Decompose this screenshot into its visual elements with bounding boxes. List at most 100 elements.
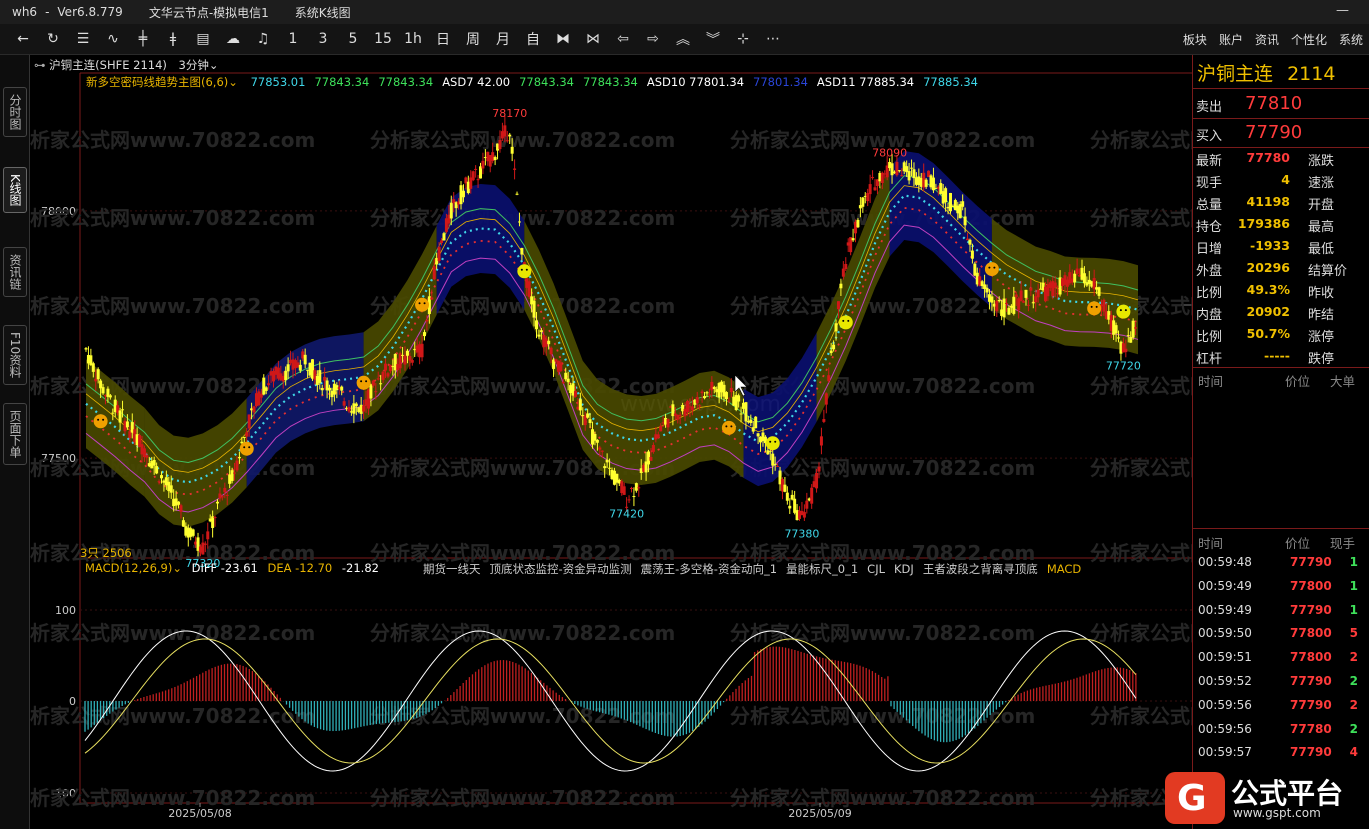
- candle-body: [1002, 298, 1006, 318]
- panel-icon[interactable]: ▤: [188, 25, 218, 53]
- back-arrow-icon[interactable]: ←: [8, 25, 38, 53]
- chevron-down-icon[interactable]: ⌄: [228, 75, 238, 89]
- candle-body: [403, 355, 407, 365]
- indicator-value: 77801.34: [753, 75, 808, 89]
- tab-order[interactable]: 页面下单: [3, 403, 27, 465]
- chevron-down-icon[interactable]: ⌄: [209, 58, 219, 72]
- candle-body: [535, 320, 539, 330]
- list-icon[interactable]: ☰: [68, 25, 98, 53]
- candle-body: [608, 467, 612, 469]
- period-1min[interactable]: 1: [278, 25, 308, 53]
- tab-kline[interactable]: K线图: [3, 167, 27, 213]
- indicator-tab[interactable]: 王者波段之背离寻顶底: [923, 562, 1038, 576]
- candle-body: [242, 436, 246, 438]
- tab-news-chain[interactable]: 资讯链: [3, 247, 27, 297]
- quote-label: 杠杆: [1196, 352, 1223, 367]
- buy-label: 买入: [1196, 129, 1223, 144]
- chart-canvas[interactable]: 78000775001000-100分析家公式网www.70822.com 分析家…: [30, 55, 1192, 829]
- bar-chart-icon[interactable]: ǂ: [158, 25, 188, 53]
- left-arrow-icon[interactable]: ⇦: [608, 25, 638, 53]
- indicator-name[interactable]: 新多空密码线趋势主图(6,6): [86, 75, 228, 89]
- tab-timeshare[interactable]: 分时图: [3, 87, 27, 137]
- refresh-icon[interactable]: ↻: [38, 25, 68, 53]
- smiley-eye: [1090, 305, 1093, 308]
- candle-body: [824, 393, 828, 405]
- down-chevron-icon[interactable]: ︾: [698, 25, 728, 53]
- candle-body: [1102, 299, 1106, 312]
- candle-body: [578, 399, 582, 411]
- candle-body: [515, 193, 519, 195]
- candle-body: [990, 296, 994, 303]
- candle-body: [895, 161, 899, 176]
- cloud-icon[interactable]: ☁: [218, 25, 248, 53]
- indicator-tab[interactable]: CJL: [867, 562, 885, 576]
- sell-row[interactable]: 卖出 77810: [1193, 92, 1369, 118]
- candle-body: [866, 193, 870, 202]
- tick-price: 77780: [1290, 721, 1332, 736]
- period-custom[interactable]: 自: [518, 25, 548, 53]
- indicator-tab[interactable]: 震荡王-多空格-资金动向_1: [641, 562, 777, 576]
- candle-body: [476, 179, 480, 181]
- candle-body: [815, 472, 819, 489]
- line-chart-icon[interactable]: ∿: [98, 25, 128, 53]
- tab-f10[interactable]: F10资料: [3, 325, 27, 386]
- period-day[interactable]: 日: [428, 25, 458, 53]
- menu-account[interactable]: 账户: [1219, 31, 1243, 48]
- server-name: 文华云节点-模拟电信1: [148, 5, 269, 20]
- candle-body: [861, 197, 865, 207]
- smiley-eye: [769, 440, 772, 443]
- quote-value: 20902: [1246, 304, 1291, 319]
- candle-body: [262, 377, 266, 395]
- candle-body: [1012, 296, 1016, 314]
- candle-body: [588, 419, 592, 424]
- quote-label: 内盘: [1196, 308, 1223, 323]
- smiley-icon: [765, 436, 780, 451]
- crosshair-icon[interactable]: ⊹: [728, 25, 758, 53]
- candle-body: [101, 387, 105, 394]
- period-selector[interactable]: 3分钟: [179, 58, 209, 72]
- up-chevron-icon[interactable]: ︽: [668, 25, 698, 53]
- right-arrow-icon[interactable]: ⇨: [638, 25, 668, 53]
- period-week[interactable]: 周: [458, 25, 488, 53]
- indicator-tab[interactable]: 量能标尺_0_1: [786, 562, 858, 576]
- smiley-eye: [418, 302, 421, 305]
- quote-label: 开盘: [1308, 198, 1335, 213]
- indicator-tab[interactable]: KDJ: [894, 562, 914, 576]
- tick-vol: 2: [1349, 721, 1358, 736]
- macd-axis-label: 100: [55, 604, 76, 617]
- bell-icon[interactable]: ♫: [248, 25, 278, 53]
- menu-news[interactable]: 资讯: [1255, 31, 1279, 48]
- indicator-tab[interactable]: MACD: [1047, 562, 1081, 576]
- more-icon[interactable]: ⋯: [758, 25, 788, 53]
- menu-system[interactable]: 系统: [1339, 31, 1363, 48]
- indicator-value: ASD10 77801.34: [646, 75, 745, 89]
- candle-body: [498, 139, 502, 150]
- kline-chart-area[interactable]: 78000 77500 100 0 -100 分析家公式网www.70822.com 分析家…: [30, 55, 1192, 829]
- smiley-eye: [1119, 309, 1122, 312]
- chevron-down-icon[interactable]: ⌄: [172, 561, 182, 575]
- candle-icon[interactable]: ╪: [128, 25, 158, 53]
- indicator-tab[interactable]: 期货一线天: [423, 562, 481, 576]
- zoom-out-icon[interactable]: ⋈: [578, 25, 608, 53]
- watermark-text: 分析家公式网www.70822.com: [1090, 541, 1192, 565]
- period-1h[interactable]: 1h: [398, 25, 428, 53]
- macd-name[interactable]: MACD(12,26,9): [85, 561, 172, 575]
- trend-band: [144, 398, 247, 527]
- candle-body: [1134, 327, 1138, 329]
- period-month[interactable]: 月: [488, 25, 518, 53]
- tick-vol: 2: [1349, 650, 1358, 665]
- zoom-in-icon[interactable]: ⧓: [548, 25, 578, 53]
- candle-body: [422, 332, 426, 337]
- candle-body: [907, 171, 911, 181]
- menu-sector[interactable]: 板块: [1183, 31, 1207, 48]
- smiley-eye: [774, 440, 777, 443]
- period-5min[interactable]: 5: [338, 25, 368, 53]
- buy-row[interactable]: 买入 77790: [1193, 121, 1369, 147]
- period-3min[interactable]: 3: [308, 25, 338, 53]
- period-15min[interactable]: 15: [368, 25, 398, 53]
- menu-personalize[interactable]: 个性化: [1291, 31, 1327, 48]
- watermark-text: 分析家公式网www.70822.com: [370, 128, 675, 152]
- price-annotation: 77380: [784, 527, 819, 540]
- minimize-button[interactable]: —: [1336, 3, 1349, 18]
- indicator-tab[interactable]: 顶底状态监控-资金异动监测: [490, 562, 632, 576]
